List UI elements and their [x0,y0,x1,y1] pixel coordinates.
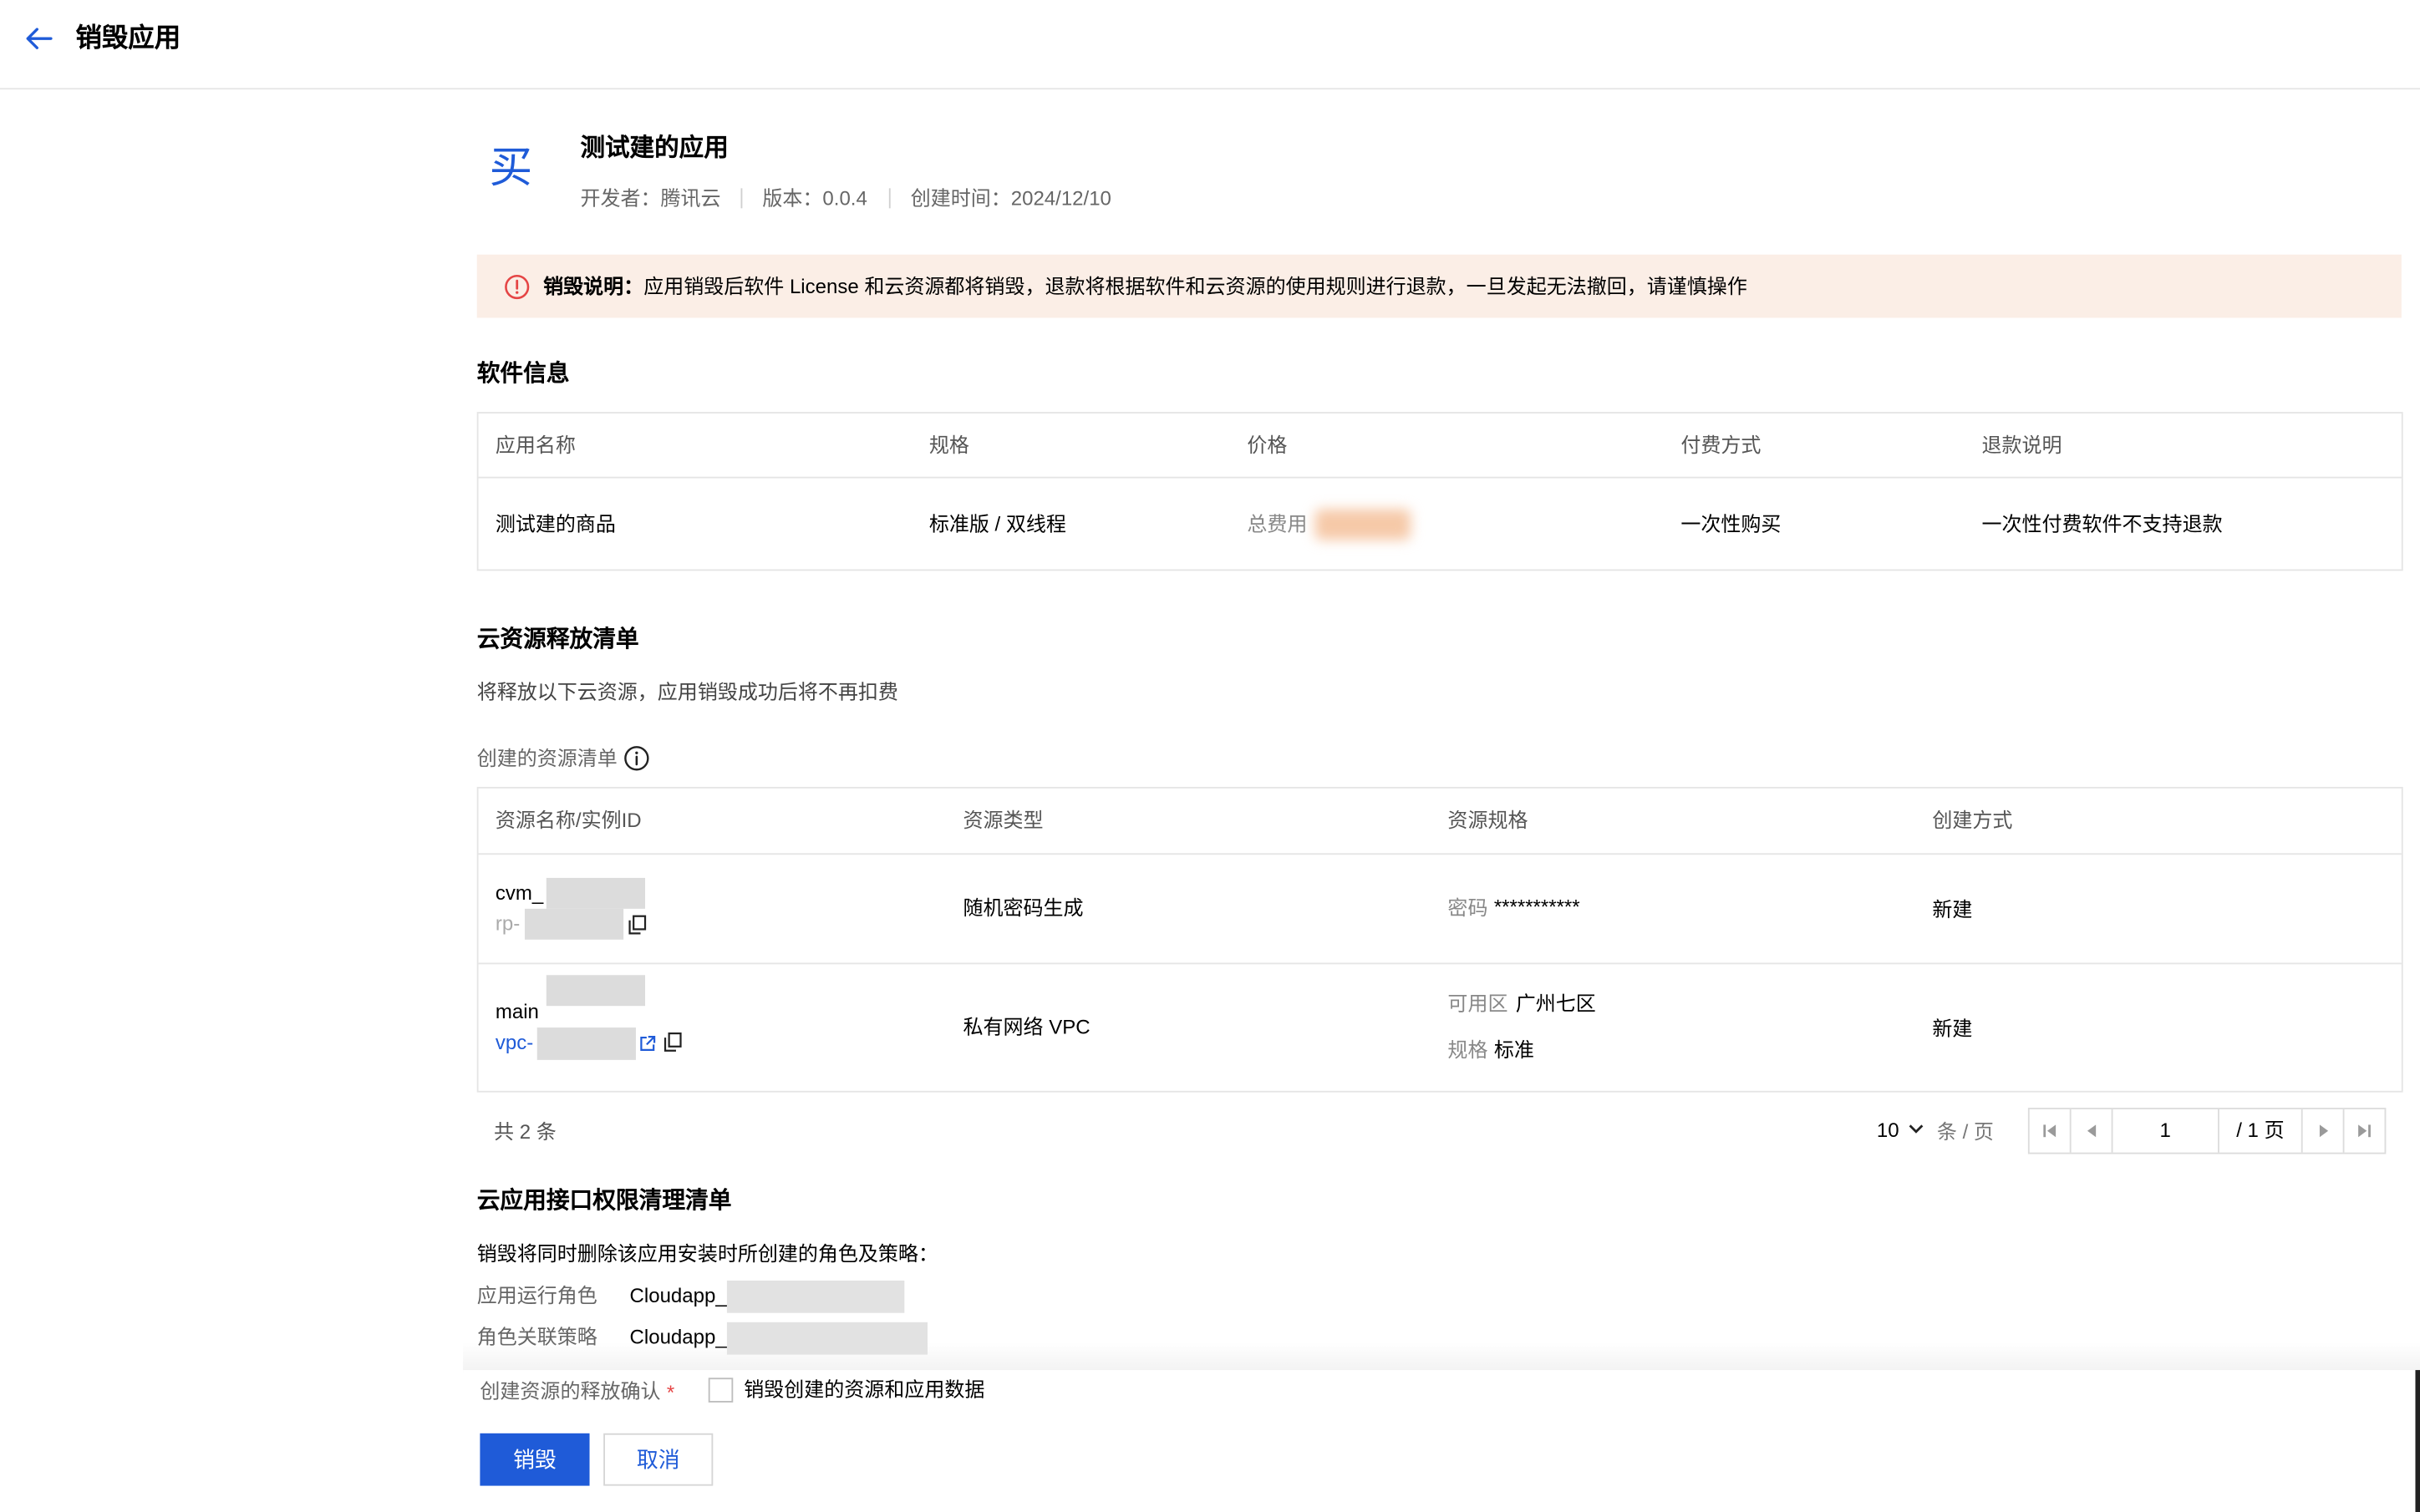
app-version: 版本：0.0.4 [762,186,867,211]
pagination: 1 / 1 页 [2027,1108,2387,1154]
role-label: 应用运行角色 [476,1283,597,1307]
permission-section-title: 云应用接口权限清理清单 [476,1188,732,1215]
create-method: 新建 [1932,897,1973,921]
info-icon[interactable] [623,745,649,771]
column-header: 价格 [1247,433,1288,457]
masked-text [726,1280,905,1313]
page-root: 销毁应用 买 测试建的应用 开发者：腾讯云 版本：0.0.4 创建时间：2024… [0,0,2420,1512]
cloud-section-title: 云资源释放清单 [476,626,639,653]
warning-circle-icon [505,274,530,300]
column-header: 资源类型 [963,808,1044,832]
masked-text [546,975,646,1007]
zone-value: 广州七区 [1515,992,1596,1016]
per-page-label: 条 / 页 [1936,1119,1994,1144]
resource-name: main [495,999,539,1023]
chevron-down-icon[interactable] [1908,1122,1924,1136]
page-title: 销毁应用 [75,23,181,53]
page-total-cell: / 1 页 [2219,1109,2303,1153]
required-mark: * [666,1381,675,1404]
destroy-button[interactable]: 销毁 [480,1433,590,1486]
top-header: 销毁应用 [0,0,2420,90]
column-header: 资源名称/实例ID [495,808,642,832]
footer-shadow [463,1342,2420,1373]
notice-text: 销毁说明：应用销毁后软件 License 和云资源都将销毁，退款将根据软件和云资… [543,271,1747,301]
payment-method: 一次性购买 [1680,512,1782,535]
cancel-button[interactable]: 取消 [603,1433,714,1486]
prev-page-button[interactable] [2072,1109,2113,1153]
external-link-icon[interactable] [639,1035,656,1052]
copy-icon[interactable] [628,915,647,935]
resource-id-link[interactable]: vpc- [496,1029,533,1057]
column-header: 退款说明 [1981,433,2062,457]
page-total: / 1 页 [2236,1119,2285,1142]
divider [740,188,743,209]
refund-note: 一次性付费软件不支持退款 [1981,512,2223,535]
last-page-icon [2358,1124,2371,1138]
prev-page-icon [2087,1124,2097,1138]
resource-table: 资源名称/实例ID 资源类型 资源规格 创建方式 cvm_ rp- 随机密码生成… [476,786,2403,1093]
permission-desc: 销毁将同时删除该应用安装时所创建的角色及策略： [476,1241,938,1266]
resource-id: rp- [495,911,521,936]
software-table: 应用名称 规格 价格 付费方式 退款说明 测试建的商品 标准版 / 双线程 总费… [476,412,2403,571]
resource-list-label: 创建的资源清单 [476,746,618,770]
total-count: 共 2 条 [494,1119,557,1144]
destroy-notice-banner: 销毁说明：应用销毁后软件 License 和云资源都将销毁，退款将根据软件和云资… [476,254,2402,318]
app-name: 测试建的应用 [580,135,729,162]
checkbox-label[interactable]: 销毁创建的资源和应用数据 [744,1376,984,1403]
scrollbar-edge [2415,1370,2420,1512]
arrow-left-icon[interactable] [22,22,56,56]
create-method: 新建 [1932,1017,1973,1040]
confirm-label: 创建资源的释放确认 [480,1379,661,1403]
copy-icon[interactable] [663,1032,682,1053]
spec-label: 规格 [1447,1038,1488,1062]
masked-text [524,908,624,940]
zone-label: 可用区 [1447,992,1508,1016]
last-page-button[interactable] [2345,1109,2385,1153]
page-number: 1 [2159,1119,2171,1142]
first-page-button[interactable] [2030,1109,2072,1153]
cloud-section-desc: 将释放以下云资源，应用销毁成功后将不再扣费 [476,680,898,704]
divider [478,476,2402,479]
app-developer: 开发者：腾讯云 [580,186,721,211]
column-header: 资源规格 [1447,808,1528,832]
page-size-select[interactable]: 10 [1877,1117,1899,1144]
column-header: 规格 [928,433,969,457]
software-spec: 标准版 / 双线程 [928,512,1066,535]
divider [888,188,891,209]
divider [478,853,2402,855]
column-header: 创建方式 [1932,808,2013,832]
resource-type: 私有网络 VPC [963,1015,1091,1038]
column-header: 付费方式 [1680,433,1762,457]
resource-name: cvm_ [495,880,544,905]
software-name: 测试建的商品 [495,512,616,535]
price-value-blurred [1314,509,1411,540]
next-page-icon [2319,1124,2329,1138]
next-page-button[interactable] [2303,1109,2345,1153]
column-header: 应用名称 [495,433,576,457]
first-page-icon [2043,1124,2056,1138]
confirm-checkbox[interactable] [708,1378,734,1403]
masked-text [536,1027,636,1060]
divider [478,962,2402,965]
app-created-time: 创建时间：2024/12/10 [910,186,1111,211]
page-input[interactable]: 1 [2112,1109,2219,1153]
role-value: Cloudapp_ [629,1283,727,1307]
price-label: 总费用 [1247,512,1308,535]
spec-value: 标准 [1493,1038,1534,1062]
masked-text [546,877,646,909]
resource-type: 随机密码生成 [963,896,1084,920]
notice-body: 应用销毁后软件 License 和云资源都将销毁，退款将根据软件和云资源的使用规… [643,274,1747,298]
spec-value: *********** [1493,895,1580,918]
notice-label: 销毁说明： [543,274,644,298]
software-section-title: 软件信息 [476,361,570,388]
spec-label: 密码 [1447,896,1488,920]
app-logo: 买 [489,141,533,193]
